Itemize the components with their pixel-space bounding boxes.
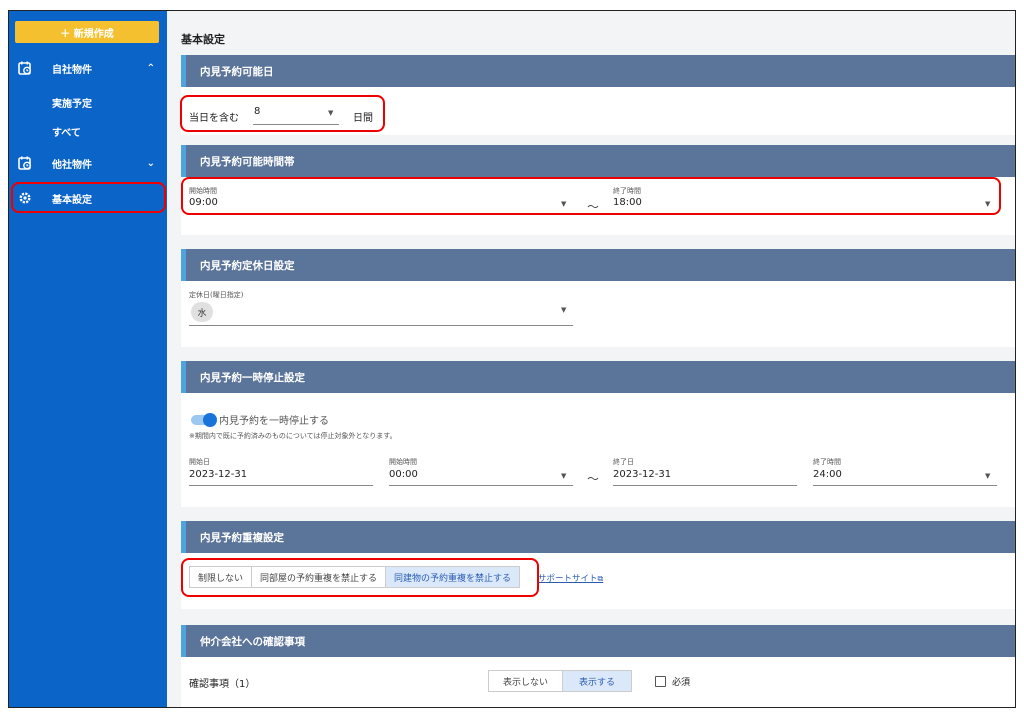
pause-toggle-label: 内見予約を一時停止する (219, 416, 329, 427)
days-select-value[interactable]: 8 (254, 106, 260, 117)
holiday-label: 定休日(曜日指定) (189, 291, 244, 299)
sidebar: ＋ 新規作成 自社物件 ⌃ 実施予定 すべて 他社物件 ⌄ 基本設定 (9, 11, 167, 707)
gear-icon (19, 192, 31, 204)
start-time-label: 開始時間 (189, 187, 217, 195)
option-no-limit[interactable]: 制限しない (190, 567, 253, 587)
section-header-pause: 内見予約一時停止設定 (181, 361, 1015, 393)
chevron-up-icon: ⌃ (146, 62, 155, 74)
option-same-building[interactable]: 同建物の予約重複を禁止する (386, 567, 520, 587)
dropdown-caret-icon[interactable]: ▼ (561, 472, 566, 480)
end-date-value[interactable]: 2023-12-31 (613, 469, 671, 480)
option-show[interactable]: 表示する (563, 671, 632, 691)
support-link-label: サポートサイト (538, 574, 598, 584)
panel-confirm: 確認事項（1） 表示しない 表示する 必須 (181, 657, 1015, 707)
input-underline (613, 485, 797, 486)
dropdown-caret-icon[interactable]: ▼ (985, 472, 990, 480)
sidebar-item-own-properties[interactable]: 自社物件 ⌃ (9, 55, 167, 81)
input-underline (189, 485, 373, 486)
select-underline (613, 213, 997, 214)
dropdown-caret-icon[interactable]: ▼ (561, 306, 566, 314)
range-separator: ～ (587, 472, 600, 486)
main-content: 基本設定 内見予約可能日 当日を含む 8 ▼ 日間 内見予約可能時間帯 開始時間… (167, 11, 1015, 707)
panel-time-range: 開始時間 09:00 ▼ ～ 終了時間 18:00 ▼ (181, 177, 1015, 235)
new-create-button[interactable]: ＋ 新規作成 (15, 21, 159, 43)
support-site-link[interactable]: サポートサイト⧉ (538, 572, 603, 584)
end-date-label: 終了日 (613, 458, 634, 466)
sidebar-item-scheduled[interactable]: 実施予定 (52, 95, 92, 110)
sidebar-item-label: 自社物件 (52, 64, 92, 76)
start-date-value[interactable]: 2023-12-31 (189, 469, 247, 480)
section-header-available-days: 内見予約可能日 (181, 55, 1015, 87)
external-link-icon: ⧉ (597, 574, 604, 583)
section-header-time-range: 内見予約可能時間帯 (181, 145, 1015, 177)
select-underline (389, 485, 573, 486)
section-header-duplicate: 内見予約重複設定 (181, 521, 1015, 553)
chevron-down-icon: ⌄ (146, 157, 155, 169)
calendar-clock-icon (18, 61, 31, 75)
pause-end-time-label: 終了時間 (813, 458, 841, 466)
panel-available-days: 当日を含む 8 ▼ 日間 (180, 87, 1015, 135)
required-label: 必須 (672, 678, 691, 688)
calendar-clock-icon (18, 156, 31, 170)
sidebar-item-basic-settings[interactable]: 基本設定 (9, 185, 167, 211)
pause-start-time-label: 開始時間 (389, 458, 417, 466)
section-header-confirm: 仲介会社への確認事項 (181, 625, 1015, 657)
sidebar-item-label: 他社物件 (52, 159, 92, 171)
sidebar-item-label: 基本設定 (52, 194, 92, 206)
days-prefix-label: 当日を含む (189, 113, 239, 124)
page-title: 基本設定 (181, 33, 225, 46)
sidebar-item-other-properties[interactable]: 他社物件 ⌄ (9, 150, 167, 176)
confirm-display-toggle: 表示しない 表示する (488, 670, 633, 692)
panel-pause: 内見予約を一時停止する ※期間内で既に予約済みのものについては停止対象外となりま… (181, 393, 1015, 507)
pause-note: ※期間内で既に予約済みのものについては停止対象外となります。 (189, 432, 397, 440)
select-underline (189, 325, 573, 326)
dropdown-caret-icon[interactable]: ▼ (328, 109, 333, 117)
panel-holidays: 定休日(曜日指定) 水 ▼ (181, 281, 1015, 347)
start-time-value[interactable]: 09:00 (189, 197, 218, 208)
required-checkbox[interactable] (655, 676, 666, 687)
end-time-label: 終了時間 (613, 187, 641, 195)
section-header-holidays: 内見予約定休日設定 (181, 249, 1015, 281)
days-suffix-label: 日間 (353, 113, 373, 124)
toggle-knob (203, 413, 217, 427)
option-hide[interactable]: 表示しない (489, 671, 564, 691)
pause-start-time-value[interactable]: 00:00 (389, 469, 418, 480)
panel-duplicate: 制限しない 同部屋の予約重複を禁止する 同建物の予約重複を禁止する サポートサイ… (181, 553, 1015, 609)
select-underline (189, 213, 573, 214)
select-underline (813, 485, 997, 486)
end-time-value[interactable]: 18:00 (613, 197, 642, 208)
dropdown-caret-icon[interactable]: ▼ (561, 200, 566, 208)
start-date-label: 開始日 (189, 458, 210, 466)
option-same-room[interactable]: 同部屋の予約重複を禁止する (252, 567, 387, 587)
range-separator: ～ (587, 200, 600, 214)
select-underline (253, 124, 339, 125)
confirm-item-label: 確認事項（1） (189, 679, 256, 690)
sidebar-item-all[interactable]: すべて (52, 124, 81, 139)
weekday-chip[interactable]: 水 (191, 302, 213, 322)
pause-toggle[interactable] (191, 413, 217, 427)
duplicate-segmented-control: 制限しない 同部屋の予約重複を禁止する 同建物の予約重複を禁止する (189, 566, 521, 588)
app-window: ＋ 新規作成 自社物件 ⌃ 実施予定 すべて 他社物件 ⌄ 基本設定 基本設定 … (8, 10, 1016, 708)
dropdown-caret-icon[interactable]: ▼ (985, 200, 990, 208)
pause-end-time-value[interactable]: 24:00 (813, 469, 842, 480)
